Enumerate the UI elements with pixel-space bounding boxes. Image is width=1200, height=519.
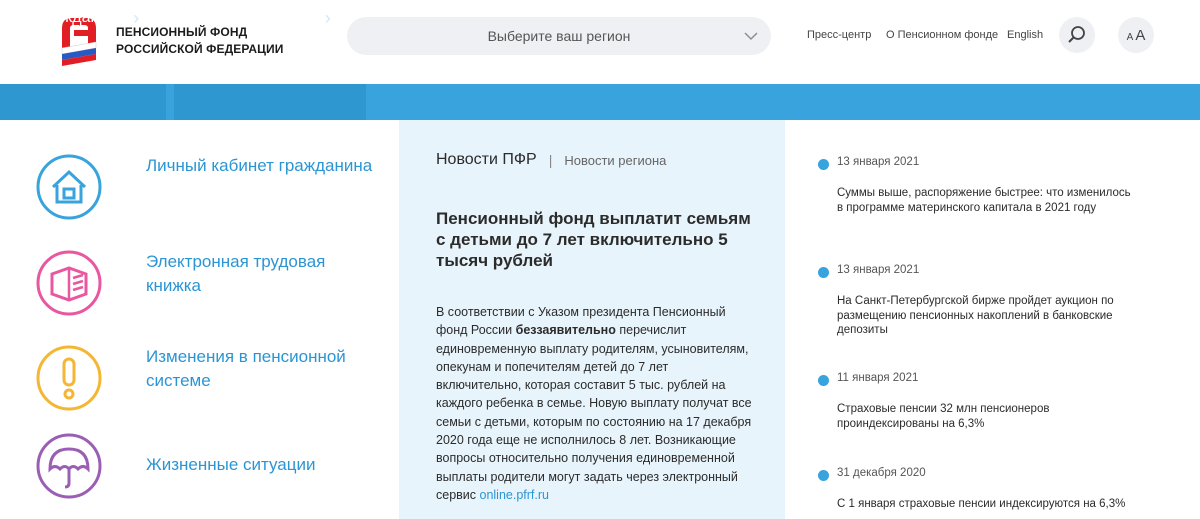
nav-item-citizens[interactable]: Гражданам ›: [36, 0, 139, 36]
news-title[interactable]: Страховые пенсии 32 млн пенсионеров прои…: [837, 402, 1137, 431]
region-select[interactable]: Выберите ваш регион: [347, 17, 771, 55]
font-size-button[interactable]: A A: [1118, 17, 1154, 53]
umbrella-icon: [36, 433, 102, 499]
nav-item-label: Страхователям: [196, 9, 311, 26]
featured-news-panel: Новости ПФР | Новости региона Пенсионный…: [399, 120, 785, 519]
font-small-label: A: [1126, 31, 1134, 43]
life-situations-link[interactable]: Жизненные ситуации: [36, 433, 366, 503]
left-item-label: Изменения в пенсионной системе: [146, 347, 346, 390]
tab-separator: |: [548, 152, 553, 168]
bullet-dot: [818, 267, 829, 278]
left-item-label: Электронная трудовая книжка: [146, 252, 326, 295]
chevron-right-icon: ›: [324, 7, 331, 28]
chevron-down-icon: [744, 32, 758, 41]
featured-body-bold: беззаявительно: [515, 323, 616, 338]
exclamation-icon: [36, 345, 102, 411]
nav-item-employers[interactable]: Страхователям ›: [196, 0, 331, 36]
personal-account-link[interactable]: Личный кабинет гражданина: [36, 154, 372, 224]
news-date: 11 января 2021: [837, 372, 919, 384]
workbook-icon: [36, 250, 102, 316]
pension-changes-link[interactable]: Изменения в пенсионной системе: [36, 345, 366, 415]
english-link[interactable]: English: [1007, 29, 1043, 41]
e-workbook-link[interactable]: Электронная трудовая книжка: [36, 250, 366, 320]
house-icon: [36, 154, 102, 220]
tab-pfr-news[interactable]: Новости ПФР: [436, 151, 537, 169]
search-icon: [1068, 26, 1085, 43]
region-placeholder: Выберите ваш регион: [487, 28, 631, 44]
tab-region-news[interactable]: Новости региона: [564, 153, 666, 168]
bullet-dot: [818, 159, 829, 170]
news-title[interactable]: С 1 января страховые пенсии индексируютс…: [837, 497, 1137, 512]
bullet-dot: [818, 375, 829, 386]
search-button[interactable]: [1059, 17, 1095, 53]
news-date: 13 января 2021: [837, 156, 920, 168]
news-date: 13 января 2021: [837, 264, 920, 276]
news-title[interactable]: Суммы выше, распоряжение быстрее: что из…: [837, 186, 1137, 215]
chevron-right-icon: ›: [133, 7, 140, 28]
online-service-link[interactable]: online.pfrf.ru: [480, 488, 549, 502]
featured-body-text: перечислит единовременную выплату родите…: [436, 323, 752, 502]
font-large-label: A: [1135, 26, 1146, 44]
featured-headline[interactable]: Пенсионный фонд выплатит семьям с детьми…: [436, 208, 756, 271]
logo-line-2: РОССИЙСКОЙ ФЕДЕРАЦИИ: [116, 42, 284, 56]
news-tabs: Новости ПФР | Новости региона: [436, 151, 666, 169]
bullet-dot: [818, 470, 829, 481]
featured-body: В соответствии с Указом президента Пенси…: [436, 303, 756, 504]
main-nav-highlight: [0, 84, 366, 120]
news-title[interactable]: На Санкт-Петербургской бирже пройдет аук…: [837, 294, 1137, 338]
nav-item-label: Гражданам: [36, 9, 120, 26]
about-fund-link[interactable]: О Пенсионном фонде: [886, 29, 998, 41]
news-date: 31 декабря 2020: [837, 467, 926, 479]
left-item-label: Жизненные ситуации: [146, 455, 316, 474]
header: ПЕНСИОННЫЙ ФОНД РОССИЙСКОЙ ФЕДЕРАЦИИ Выб…: [0, 0, 1200, 84]
nav-divider: [166, 84, 174, 120]
left-item-label: Личный кабинет гражданина: [146, 156, 373, 175]
press-center-link[interactable]: Пресс-центр: [807, 29, 871, 41]
